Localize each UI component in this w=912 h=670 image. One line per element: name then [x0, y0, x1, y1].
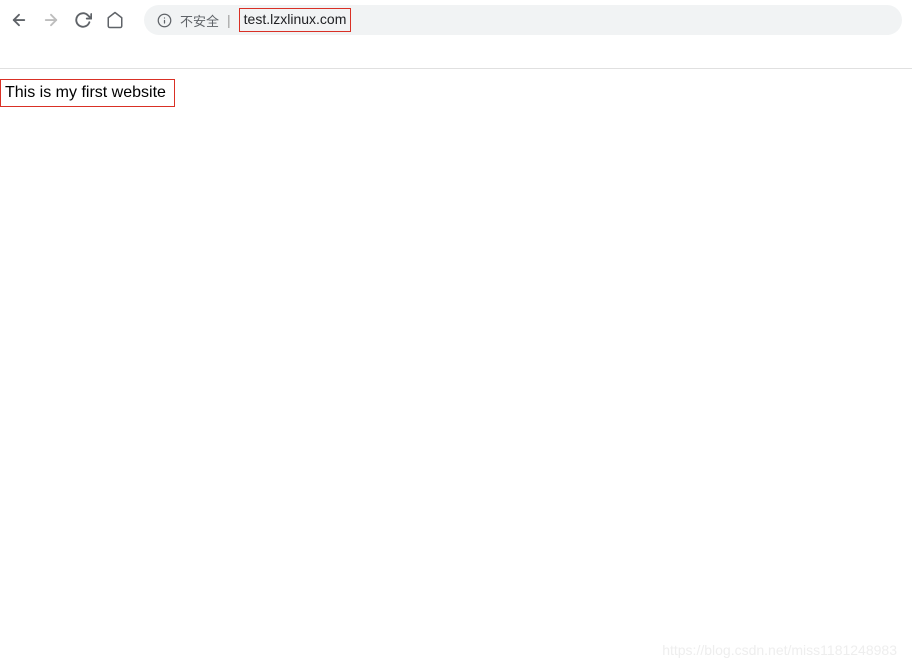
home-button[interactable]: [106, 11, 124, 29]
watermark: https://blog.csdn.net/miss1181248983: [662, 642, 897, 658]
url-highlight-box: test.lzxlinux.com: [239, 8, 352, 32]
forward-button[interactable]: [42, 11, 60, 29]
page-content: This is my first website: [0, 69, 912, 107]
security-label: 不安全: [180, 11, 219, 30]
content-highlight-box: This is my first website: [0, 79, 175, 107]
address-bar[interactable]: 不安全 | test.lzxlinux.com: [144, 5, 902, 35]
info-icon[interactable]: [156, 12, 172, 28]
back-button[interactable]: [10, 11, 28, 29]
divider: |: [227, 12, 231, 28]
nav-icons-group: [10, 11, 124, 29]
reload-button[interactable]: [74, 11, 92, 29]
browser-toolbar: 不安全 | test.lzxlinux.com: [0, 0, 912, 40]
url-text: test.lzxlinux.com: [244, 11, 347, 27]
content-text: This is my first website: [5, 84, 166, 101]
